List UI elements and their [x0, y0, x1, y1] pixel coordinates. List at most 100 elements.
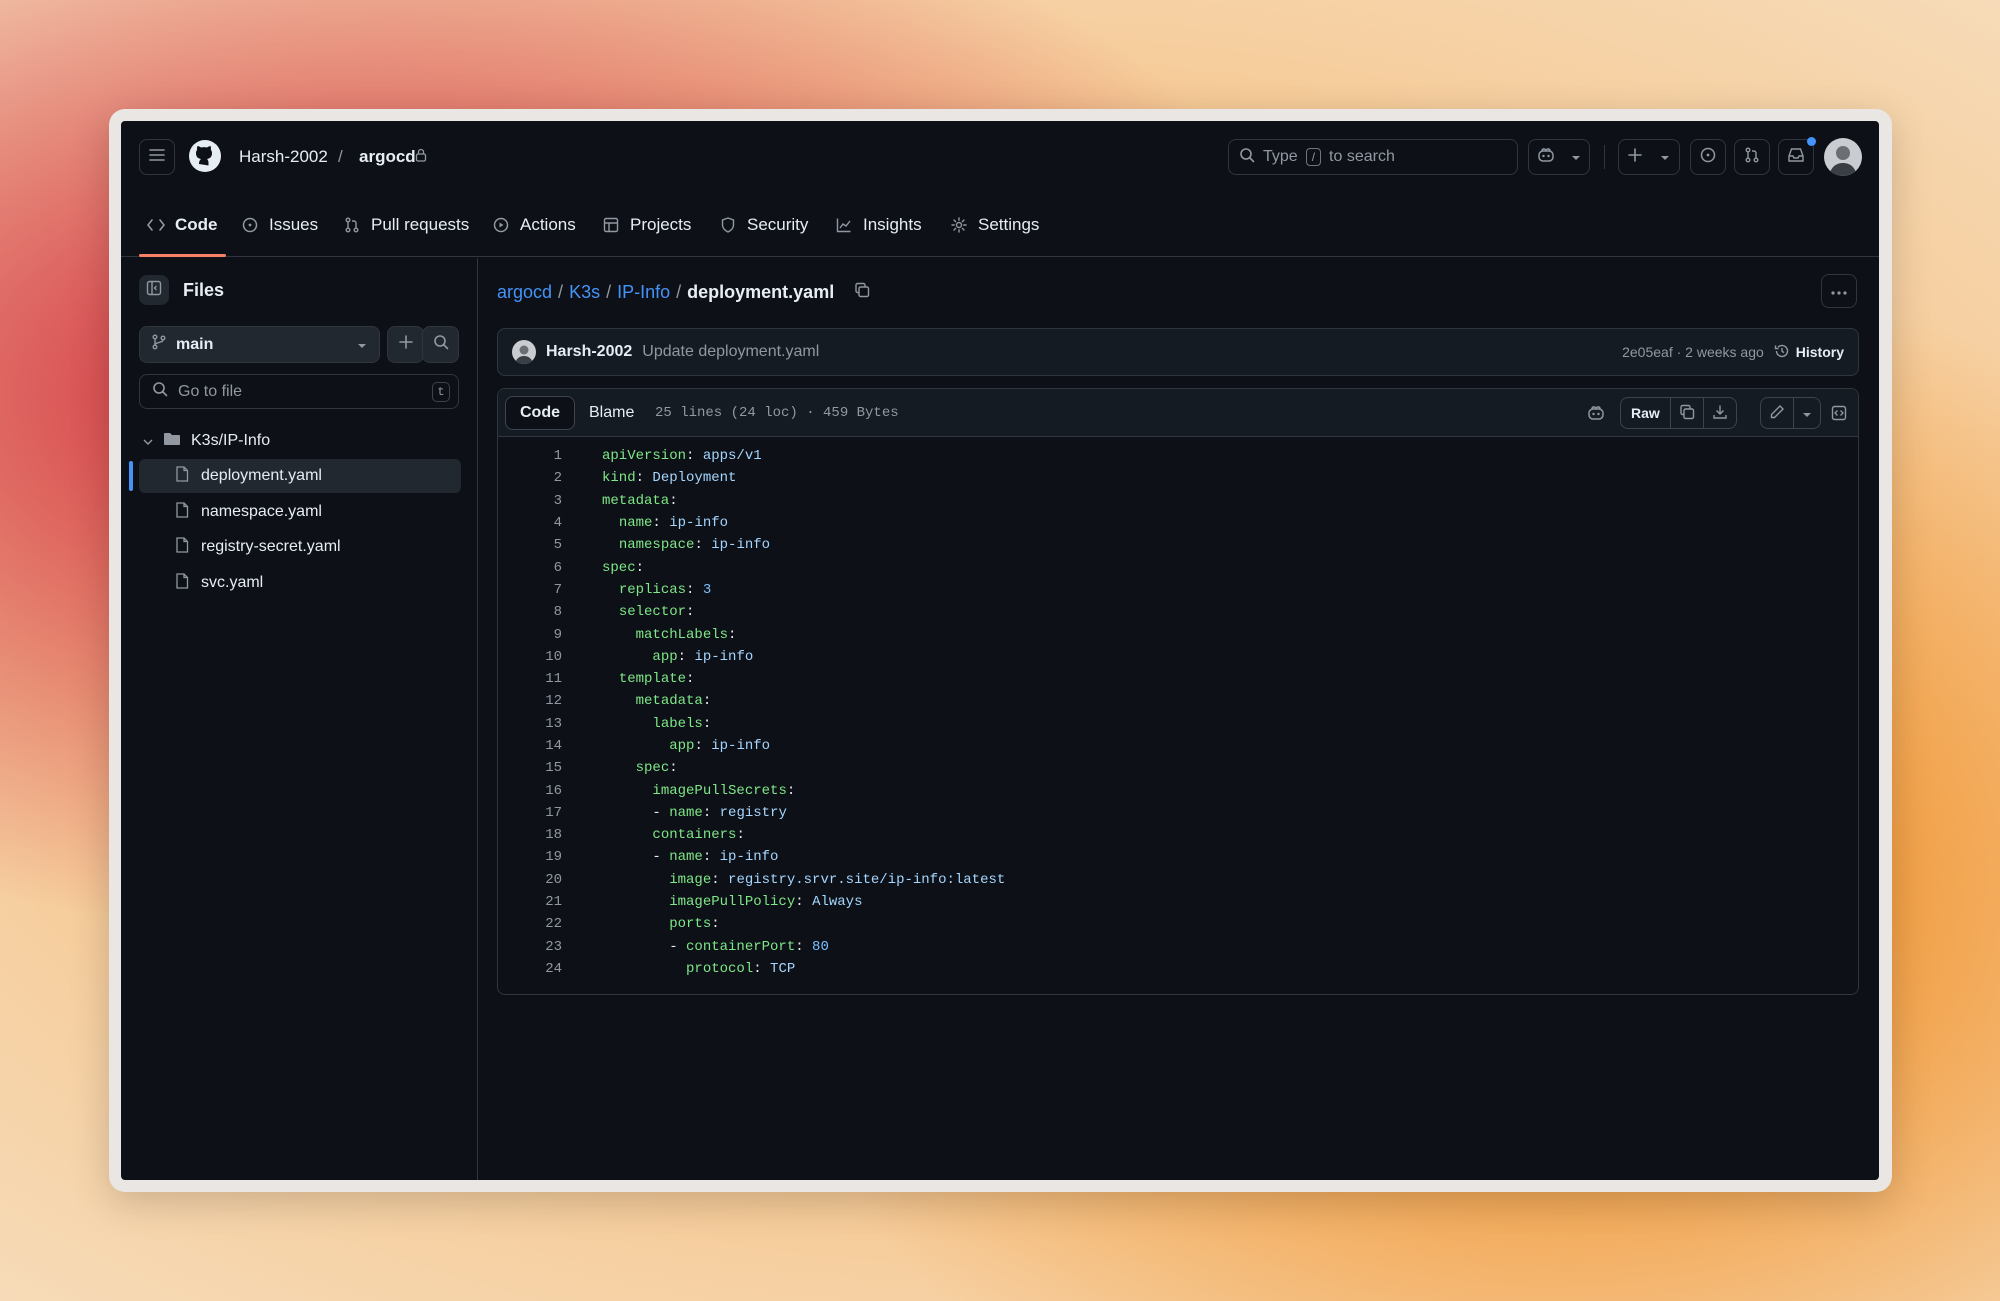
branch-selector[interactable]: main [139, 326, 380, 363]
file-name: registry-secret.yaml [201, 538, 341, 555]
code-line: 8 selector: [498, 601, 1858, 623]
tab-actions[interactable]: Actions [492, 193, 576, 257]
line-number[interactable]: 24 [498, 961, 562, 977]
code-line: 3 metadata: [498, 490, 1858, 512]
tree-folder-row[interactable]: K3s/IP-Info [139, 424, 461, 458]
notification-dot-icon [1807, 137, 1816, 146]
github-logo-icon[interactable] [188, 139, 222, 173]
line-number[interactable]: 18 [498, 827, 562, 843]
line-number[interactable]: 11 [498, 671, 562, 687]
tab-issues[interactable]: Issues [241, 193, 318, 257]
line-number[interactable]: 13 [498, 716, 562, 732]
branch-icon [152, 334, 166, 355]
sidebar-collapse-icon [146, 280, 162, 301]
line-number[interactable]: 20 [498, 872, 562, 888]
line-number[interactable]: 23 [498, 939, 562, 955]
collapse-sidebar-button[interactable] [139, 275, 169, 305]
tab-security[interactable]: Security [719, 193, 808, 257]
menu-button[interactable] [139, 139, 175, 175]
line-number[interactable]: 4 [498, 515, 562, 531]
blame-view-tab[interactable]: Blame [575, 396, 648, 430]
create-new-button[interactable] [1618, 139, 1680, 175]
edit-dropdown-button[interactable] [1793, 398, 1820, 428]
breadcrumb-repo-link[interactable]: argocd [497, 282, 552, 303]
code-line: 19 - name: ip-info [498, 846, 1858, 868]
avatar[interactable] [1824, 138, 1862, 176]
line-source: apiVersion: apps/v1 [602, 448, 762, 465]
tab-insights[interactable]: Insights [835, 193, 922, 257]
tab-projects[interactable]: Projects [602, 193, 691, 257]
tab-settings[interactable]: Settings [950, 193, 1039, 257]
line-number[interactable]: 8 [498, 604, 562, 620]
search-files-button[interactable] [422, 326, 459, 363]
more-options-button[interactable] [1821, 274, 1857, 308]
tab-code[interactable]: Code [139, 193, 226, 257]
line-number[interactable]: 16 [498, 783, 562, 799]
line-number[interactable]: 6 [498, 560, 562, 576]
code-icon [147, 216, 165, 234]
line-number[interactable]: 22 [498, 916, 562, 932]
commit-author-avatar[interactable] [512, 340, 536, 364]
go-to-file-shortcut: t [432, 382, 450, 402]
raw-button[interactable]: Raw [1621, 398, 1670, 428]
download-button[interactable] [1702, 398, 1736, 428]
commit-hash-time[interactable]: 2e05eaf · 2 weeks ago [1622, 344, 1764, 360]
yaml-key: name [669, 849, 703, 866]
commit-author[interactable]: Harsh-2002 [546, 343, 632, 361]
notifications-button[interactable] [1778, 137, 1816, 175]
global-header: Harsh-2002 / argocd Type / to search [121, 121, 1879, 193]
line-number[interactable]: 19 [498, 849, 562, 865]
gear-icon [950, 216, 968, 234]
tree-file-row[interactable]: svc.yaml [139, 566, 461, 600]
line-number[interactable]: 21 [498, 894, 562, 910]
code-view-tab[interactable]: Code [505, 396, 575, 430]
breadcrumb-folder-link[interactable]: K3s [569, 282, 600, 303]
owner-link[interactable]: Harsh-2002 [239, 147, 328, 167]
line-number[interactable]: 1 [498, 448, 562, 464]
code-toolbar: Code Blame 25 lines (24 loc) · 459 Bytes… [498, 389, 1858, 437]
line-number[interactable]: 15 [498, 760, 562, 776]
line-number[interactable]: 3 [498, 493, 562, 509]
edit-button[interactable] [1761, 398, 1793, 428]
search-input[interactable]: Type / to search [1228, 139, 1518, 175]
symbols-button[interactable] [1823, 397, 1855, 429]
copilot-button[interactable] [1528, 139, 1590, 175]
copy-icon [1679, 404, 1695, 423]
line-source: metadata: [602, 492, 678, 509]
view-mode-switch: Code Blame [505, 396, 649, 430]
tree-file-row[interactable]: deployment.yaml [139, 459, 461, 493]
line-number[interactable]: 9 [498, 627, 562, 643]
code-line: 18 containers: [498, 824, 1858, 846]
tab-pull-requests[interactable]: Pull requests [343, 193, 469, 257]
edit-group [1760, 397, 1821, 429]
tab-actions-label: Actions [520, 215, 576, 234]
yaml-value: ip-info [719, 849, 779, 866]
line-number[interactable]: 7 [498, 582, 562, 598]
copilot-ask-button[interactable] [1579, 397, 1613, 429]
latest-commit-bar: Harsh-2002 Update deployment.yaml 2e05ea… [497, 328, 1859, 376]
issues-button[interactable] [1690, 139, 1726, 175]
commit-message[interactable]: Update deployment.yaml [642, 343, 819, 361]
yaml-value: ip-info [711, 738, 771, 754]
yaml-key: containers [652, 827, 737, 844]
copy-path-icon[interactable] [854, 282, 870, 303]
line-number[interactable]: 12 [498, 693, 562, 709]
tree-file-row[interactable]: registry-secret.yaml [139, 530, 461, 564]
line-number[interactable]: 14 [498, 738, 562, 754]
go-to-file-input[interactable]: Go to file t [139, 374, 459, 409]
repo-link[interactable]: argocd [359, 147, 416, 167]
code-line: 5 namespace: ip-info [498, 534, 1858, 556]
tree-file-row[interactable]: namespace.yaml [139, 495, 461, 529]
breadcrumb-folder-link[interactable]: IP-Info [617, 282, 670, 303]
line-number[interactable]: 2 [498, 470, 562, 486]
code-line: 4 name: ip-info [498, 512, 1858, 534]
line-number[interactable]: 5 [498, 537, 562, 553]
add-file-button[interactable] [387, 326, 424, 363]
code-lines[interactable]: 1 apiVersion: apps/v1 2 kind: Deployment 3 me… [498, 445, 1858, 980]
history-button[interactable]: History [1774, 343, 1844, 362]
pull-requests-button[interactable] [1734, 139, 1770, 175]
line-number[interactable]: 17 [498, 805, 562, 821]
line-number[interactable]: 10 [498, 649, 562, 665]
copy-raw-button[interactable] [1669, 398, 1703, 428]
chevron-down-icon [1802, 405, 1812, 421]
